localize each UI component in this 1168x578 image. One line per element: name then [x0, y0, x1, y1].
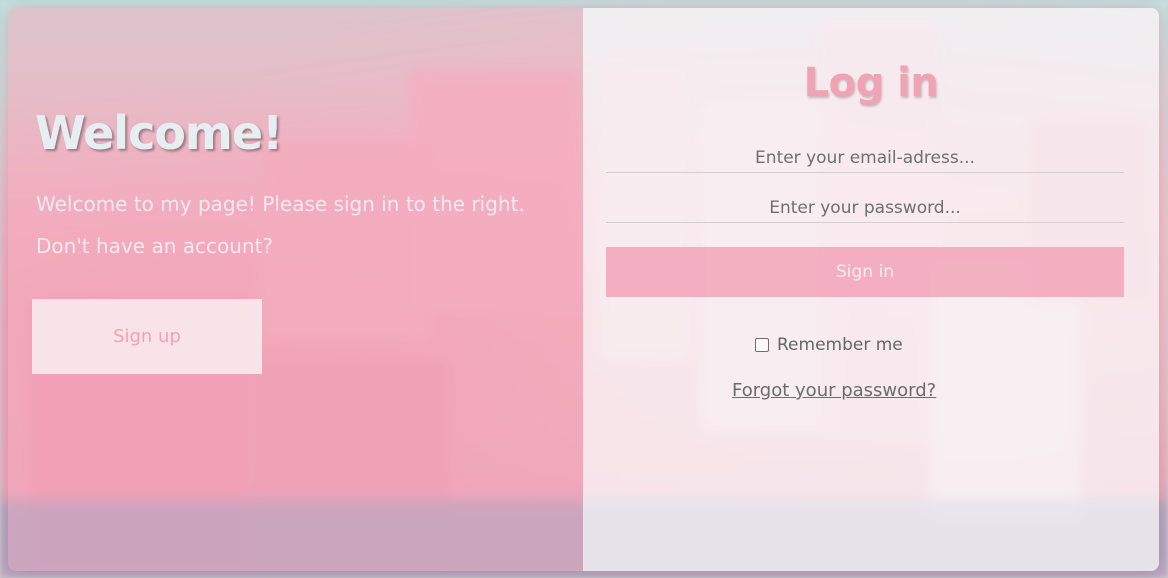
signup-button[interactable]: Sign up [32, 299, 262, 374]
welcome-message: Welcome to my page! Please sign in to th… [36, 192, 525, 216]
remember-me: Remember me [755, 335, 903, 355]
login-panel: Log in Sign in Remember me Forgot your p… [583, 8, 1159, 571]
remember-me-checkbox[interactable] [755, 338, 769, 352]
welcome-panel: Welcome! Welcome to my page! Please sign… [8, 8, 583, 571]
signin-button[interactable]: Sign in [606, 247, 1124, 297]
auth-card: Welcome! Welcome to my page! Please sign… [8, 8, 1159, 571]
password-field[interactable] [606, 194, 1124, 223]
remember-me-label[interactable]: Remember me [777, 335, 903, 355]
no-account-prompt: Don't have an account? [36, 234, 274, 258]
forgot-password-link[interactable]: Forgot your password? [732, 380, 936, 401]
welcome-title: Welcome! [35, 106, 283, 160]
login-title: Log in [803, 60, 939, 106]
email-field[interactable] [606, 144, 1124, 173]
